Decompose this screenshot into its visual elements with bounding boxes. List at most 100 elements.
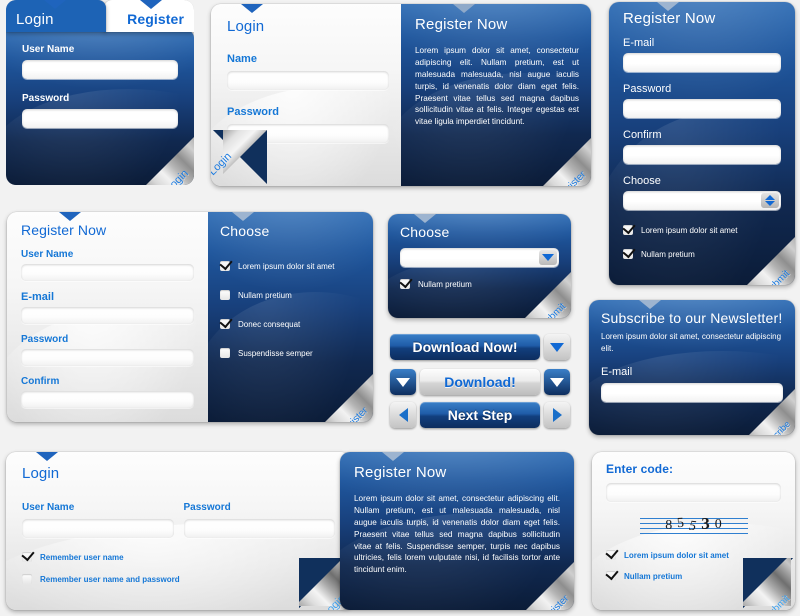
curl-login-button[interactable]: Login	[142, 133, 194, 185]
arrow-right-button[interactable]	[544, 402, 570, 428]
curl-submit-button[interactable]: Submit	[743, 233, 795, 285]
newsletter-subtitle: Lorem ipsum dolor sit amet, consectetur …	[601, 332, 782, 353]
checkbox-row[interactable]: Lorem ipsum dolor sit amet	[220, 261, 363, 271]
arrow-down-button[interactable]	[544, 334, 570, 360]
checkbox-label: Remember user name	[40, 552, 124, 562]
arrow-down-icon	[550, 377, 564, 387]
panel-notch-icon	[453, 4, 475, 13]
stepper-arrows-icon[interactable]	[761, 193, 779, 208]
checkbox-icon[interactable]	[220, 290, 230, 300]
checkbox-icon[interactable]	[22, 552, 32, 562]
username-input[interactable]	[21, 264, 194, 281]
login-tabs-body: User Name Password Login	[6, 30, 194, 185]
dropdown-arrow-icon[interactable]	[539, 250, 557, 265]
label-confirm: Confirm	[623, 129, 662, 141]
arrow-down-button-right[interactable]	[544, 369, 570, 395]
panel-notch-icon	[382, 452, 404, 461]
checkbox-row[interactable]: Remember user name	[22, 552, 335, 562]
checkbox-icon[interactable]	[623, 249, 633, 259]
checkbox-icon[interactable]	[623, 225, 633, 235]
label-username: User Name	[21, 249, 74, 260]
checkbox-icon[interactable]	[400, 279, 410, 289]
curl-login-button[interactable]: Login	[211, 130, 267, 186]
checkbox-row[interactable]: Donec consequat	[220, 319, 363, 329]
checkbox-icon[interactable]	[220, 261, 230, 271]
login-title: Login	[227, 18, 265, 35]
curl-register-button[interactable]: Register	[321, 370, 373, 422]
curl-register-button[interactable]: Register	[539, 134, 591, 186]
register-body-text: Lorem ipsum dolor sit amet, consectetur …	[415, 46, 579, 127]
arrow-left-button[interactable]	[390, 402, 416, 428]
checkbox-icon[interactable]	[22, 574, 32, 584]
choose-small-title: Choose	[400, 224, 450, 240]
email-input[interactable]	[21, 307, 194, 324]
curl-submit-button[interactable]: Submit	[743, 558, 795, 610]
checkbox-label: Lorem ipsum dolor sit amet	[624, 550, 729, 560]
download-now-label-wrap[interactable]: Download Now!	[390, 334, 540, 360]
username-input[interactable]	[22, 519, 174, 538]
curl-subscribe-button[interactable]: Subscribe	[745, 385, 795, 435]
username-input[interactable]	[22, 60, 178, 79]
panel-notch-icon	[639, 300, 661, 309]
confirm-input[interactable]	[623, 145, 781, 164]
chevron-down-icon	[542, 254, 554, 261]
next-step-label-wrap[interactable]: Next Step	[420, 402, 540, 428]
checkbox-icon[interactable]	[606, 550, 616, 560]
arrow-down-button-left[interactable]	[390, 369, 416, 395]
panel-notch-icon	[59, 212, 81, 221]
choose-select[interactable]	[400, 248, 559, 267]
tab-register-label: Register	[127, 11, 184, 27]
password-input[interactable]	[183, 519, 335, 538]
captcha-digit: 5	[688, 518, 698, 535]
checkbox-icon[interactable]	[220, 319, 230, 329]
register-half: Register Now Lorem ipsum dolor sit amet,…	[382, 4, 591, 186]
password-input[interactable]	[22, 109, 178, 128]
panel-notch-icon	[241, 4, 263, 13]
checkbox-label: Lorem ipsum dolor sit amet	[641, 225, 738, 235]
panel-newsletter: Subscribe to our Newsletter! Lorem ipsum…	[589, 300, 795, 435]
checkbox-icon[interactable]	[220, 348, 230, 358]
label-username: User Name	[22, 44, 75, 55]
download-now-button[interactable]: Download Now!	[390, 334, 570, 360]
choose-select-field[interactable]	[400, 248, 559, 267]
next-step-label: Next Step	[447, 407, 513, 423]
code-input[interactable]	[606, 483, 781, 502]
password-input[interactable]	[21, 349, 194, 366]
tab-login[interactable]: Login	[6, 0, 106, 32]
password-input[interactable]	[623, 99, 781, 118]
arrow-left-icon	[398, 408, 408, 422]
curl-submit-button[interactable]: Submit	[521, 268, 571, 318]
panel-notch-icon	[232, 212, 254, 221]
checkbox-row[interactable]: Remember user name and password	[22, 574, 335, 584]
checkbox-row[interactable]: Nullam pretium	[220, 290, 363, 300]
tab-notch-icon	[44, 0, 66, 9]
label-password: Password	[21, 334, 69, 345]
name-input[interactable]	[227, 71, 389, 90]
label-password: Password	[22, 93, 70, 104]
label-choose: Choose	[623, 175, 661, 187]
chevron-down-icon	[765, 201, 775, 206]
email-input[interactable]	[623, 53, 781, 72]
download-label-wrap[interactable]: Download!	[420, 369, 540, 395]
checkbox-label: Nullam pretium	[624, 571, 683, 581]
curl-register-button[interactable]: Register	[522, 558, 574, 610]
download-button[interactable]: Download!	[390, 369, 570, 395]
checkbox-icon[interactable]	[606, 571, 616, 581]
choose-select[interactable]	[623, 191, 781, 210]
register-title: Register Now	[415, 16, 508, 33]
label-email: E-mail	[21, 291, 55, 303]
checkbox-label: Remember user name and password	[40, 574, 180, 584]
panel-notch-icon	[36, 452, 58, 461]
confirm-input[interactable]	[21, 391, 194, 408]
tab-register[interactable]: Register	[104, 0, 194, 32]
captcha-image: 8 5 5 3 0	[639, 514, 748, 536]
choose-select-field[interactable]	[623, 191, 781, 210]
next-step-button[interactable]: Next Step	[390, 402, 570, 428]
download-now-label: Download Now!	[412, 339, 518, 355]
newsletter-title: Subscribe to our Newsletter!	[601, 310, 783, 326]
checkbox-row[interactable]: Suspendisse semper	[220, 348, 363, 358]
login-half: Login Name Password Login	[211, 4, 477, 186]
chevron-up-icon	[765, 195, 775, 200]
register-tall-title: Register Now	[623, 10, 716, 27]
register-choose-title: Register Now	[21, 222, 107, 238]
